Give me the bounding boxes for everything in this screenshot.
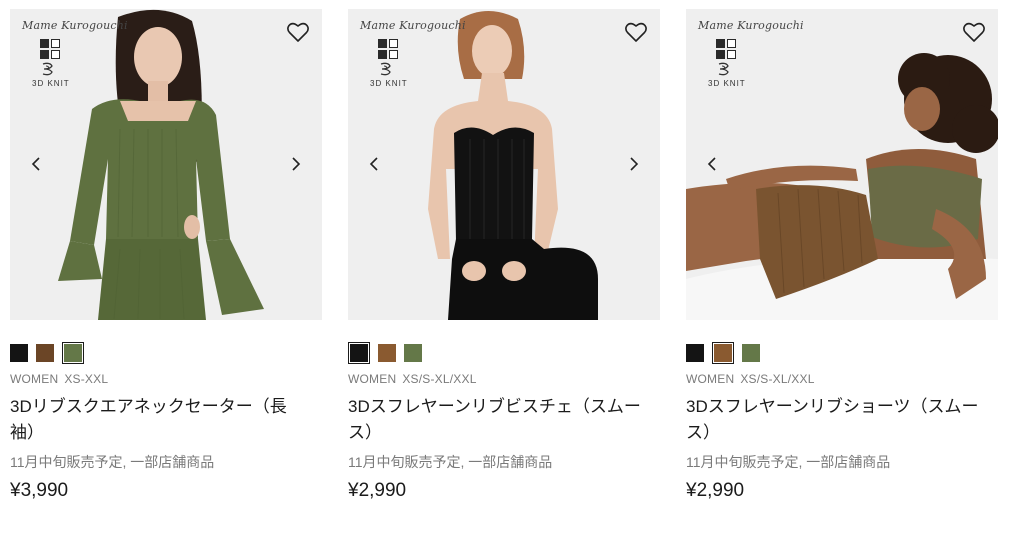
3d-knit-icon — [42, 62, 53, 76]
color-swatch[interactable] — [742, 344, 760, 362]
chevron-right-icon[interactable] — [624, 153, 644, 175]
3d-knit-icon — [380, 62, 391, 76]
3d-knit-label: 3D KNIT — [32, 79, 70, 88]
uniqlo-logo — [378, 39, 398, 59]
3d-knit-label: 3D KNIT — [708, 79, 746, 88]
product-card[interactable]: Mame Kurogouchi 3D KNIT WOMEN XS/S-XL/XXL — [686, 9, 998, 502]
availability-note: 11月中旬販売予定, 一部店舗商品 — [10, 454, 215, 470]
product-grid: Mame Kurogouchi 3D KNIT WOMEN XS-XXL 3Dリ… — [0, 0, 1024, 553]
color-swatch[interactable] — [404, 344, 422, 362]
color-swatch[interactable] — [686, 344, 704, 362]
size-range: XS/S-XL/XXL — [740, 372, 815, 386]
heart-outline-icon[interactable] — [286, 21, 310, 43]
gender-label: WOMEN — [686, 372, 735, 386]
color-swatch-selected[interactable] — [62, 342, 84, 364]
product-name[interactable]: 3Dリブスクエアネックセーター（長袖） — [10, 394, 310, 446]
product-name[interactable]: 3Dスフレヤーンリブビスチェ（スムース） — [348, 394, 648, 446]
chevron-left-icon[interactable] — [26, 153, 46, 175]
chevron-left-icon[interactable] — [702, 153, 722, 175]
designer-logo: Mame Kurogouchi — [360, 19, 466, 32]
3d-knit-icon — [718, 62, 729, 76]
color-swatch-selected[interactable] — [712, 342, 734, 364]
3d-knit-label: 3D KNIT — [370, 79, 408, 88]
product-image[interactable]: Mame Kurogouchi 3D KNIT — [10, 9, 322, 320]
product-price: ¥3,990 — [10, 480, 69, 501]
chevron-left-icon[interactable] — [364, 153, 384, 175]
color-swatch[interactable] — [36, 344, 54, 362]
product-card[interactable]: Mame Kurogouchi 3D KNIT — [348, 9, 660, 502]
product-price: ¥2,990 — [348, 480, 407, 501]
color-swatches — [348, 341, 660, 365]
availability-note: 11月中旬販売予定, 一部店舗商品 — [348, 454, 553, 470]
product-meta: WOMEN XS/S-XL/XXL — [686, 372, 998, 386]
product-meta: WOMEN XS/S-XL/XXL — [348, 372, 660, 386]
heart-outline-icon[interactable] — [962, 21, 986, 43]
product-price: ¥2,990 — [686, 480, 745, 501]
uniqlo-logo — [40, 39, 60, 59]
chevron-right-icon[interactable] — [286, 153, 306, 175]
color-swatch[interactable] — [378, 344, 396, 362]
size-range: XS/S-XL/XXL — [402, 372, 477, 386]
product-image[interactable]: Mame Kurogouchi 3D KNIT — [686, 9, 998, 320]
product-image[interactable]: Mame Kurogouchi 3D KNIT — [348, 9, 660, 320]
size-range: XS-XXL — [64, 372, 109, 386]
product-card[interactable]: Mame Kurogouchi 3D KNIT — [10, 9, 322, 502]
product-name[interactable]: 3Dスフレヤーンリブショーツ（スムース） — [686, 394, 986, 446]
gender-label: WOMEN — [348, 372, 397, 386]
designer-logo: Mame Kurogouchi — [698, 19, 804, 32]
color-swatches — [10, 341, 322, 365]
color-swatches — [686, 341, 998, 365]
uniqlo-logo — [716, 39, 736, 59]
color-swatch-selected[interactable] — [348, 342, 370, 364]
gender-label: WOMEN — [10, 372, 59, 386]
availability-note: 11月中旬販売予定, 一部店舗商品 — [686, 454, 891, 470]
heart-outline-icon[interactable] — [624, 21, 648, 43]
designer-logo: Mame Kurogouchi — [22, 19, 128, 32]
product-meta: WOMEN XS-XXL — [10, 372, 322, 386]
color-swatch[interactable] — [10, 344, 28, 362]
